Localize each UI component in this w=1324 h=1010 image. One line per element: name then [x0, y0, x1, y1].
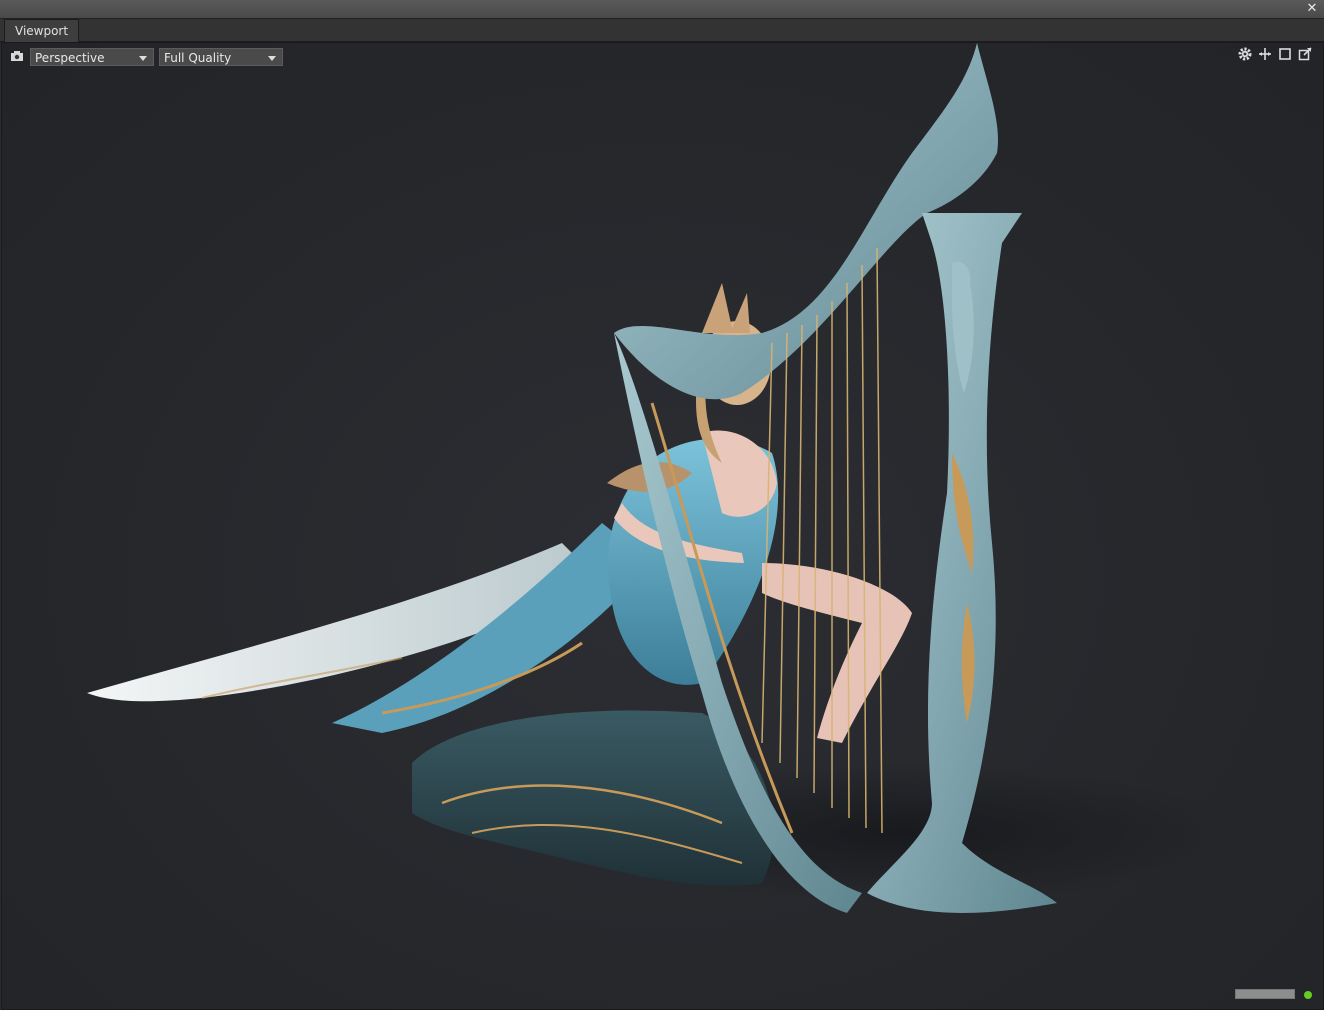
viewport-canvas[interactable]: Perspective Full Quality: [1, 42, 1324, 1010]
popout-icon[interactable]: [1297, 46, 1313, 62]
pan-icon[interactable]: [1257, 46, 1273, 62]
window-titlebar: ✕: [0, 0, 1324, 19]
maximize-icon[interactable]: [1277, 46, 1293, 62]
gear-icon[interactable]: [1237, 46, 1253, 62]
tab-strip: Viewport: [0, 19, 1324, 42]
quality-dropdown[interactable]: Full Quality: [159, 48, 283, 66]
viewport-icons: [1237, 46, 1317, 64]
headdress: [702, 283, 750, 333]
scene-render: [87, 43, 1232, 913]
camera-dropdown-value: Perspective: [35, 51, 105, 65]
chevron-down-icon: [139, 56, 147, 61]
camera-icon[interactable]: [10, 49, 24, 63]
tab-viewport[interactable]: Viewport: [4, 19, 80, 42]
camera-dropdown[interactable]: Perspective: [30, 48, 154, 66]
close-button[interactable]: ✕: [1304, 1, 1320, 17]
render-status-indicator: [1304, 991, 1312, 999]
chevron-down-icon: [268, 56, 276, 61]
leg: [762, 563, 912, 743]
render-progress-bar: [1235, 989, 1295, 999]
render-progress-fill: [1236, 990, 1294, 998]
quality-dropdown-value: Full Quality: [164, 51, 232, 65]
